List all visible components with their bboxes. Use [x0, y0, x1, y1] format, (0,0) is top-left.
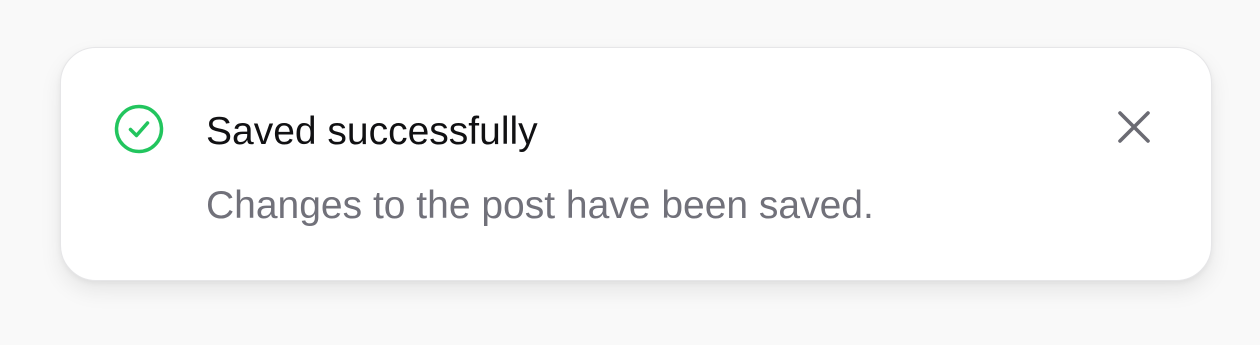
toast-description: Changes to the post have been saved. [206, 184, 874, 227]
toast-notification: Saved successfully Changes to the post h… [60, 47, 1212, 281]
toast-title: Saved successfully [206, 110, 538, 153]
close-button[interactable] [1111, 106, 1157, 152]
check-circle-icon [113, 103, 165, 155]
close-icon [1114, 107, 1154, 152]
